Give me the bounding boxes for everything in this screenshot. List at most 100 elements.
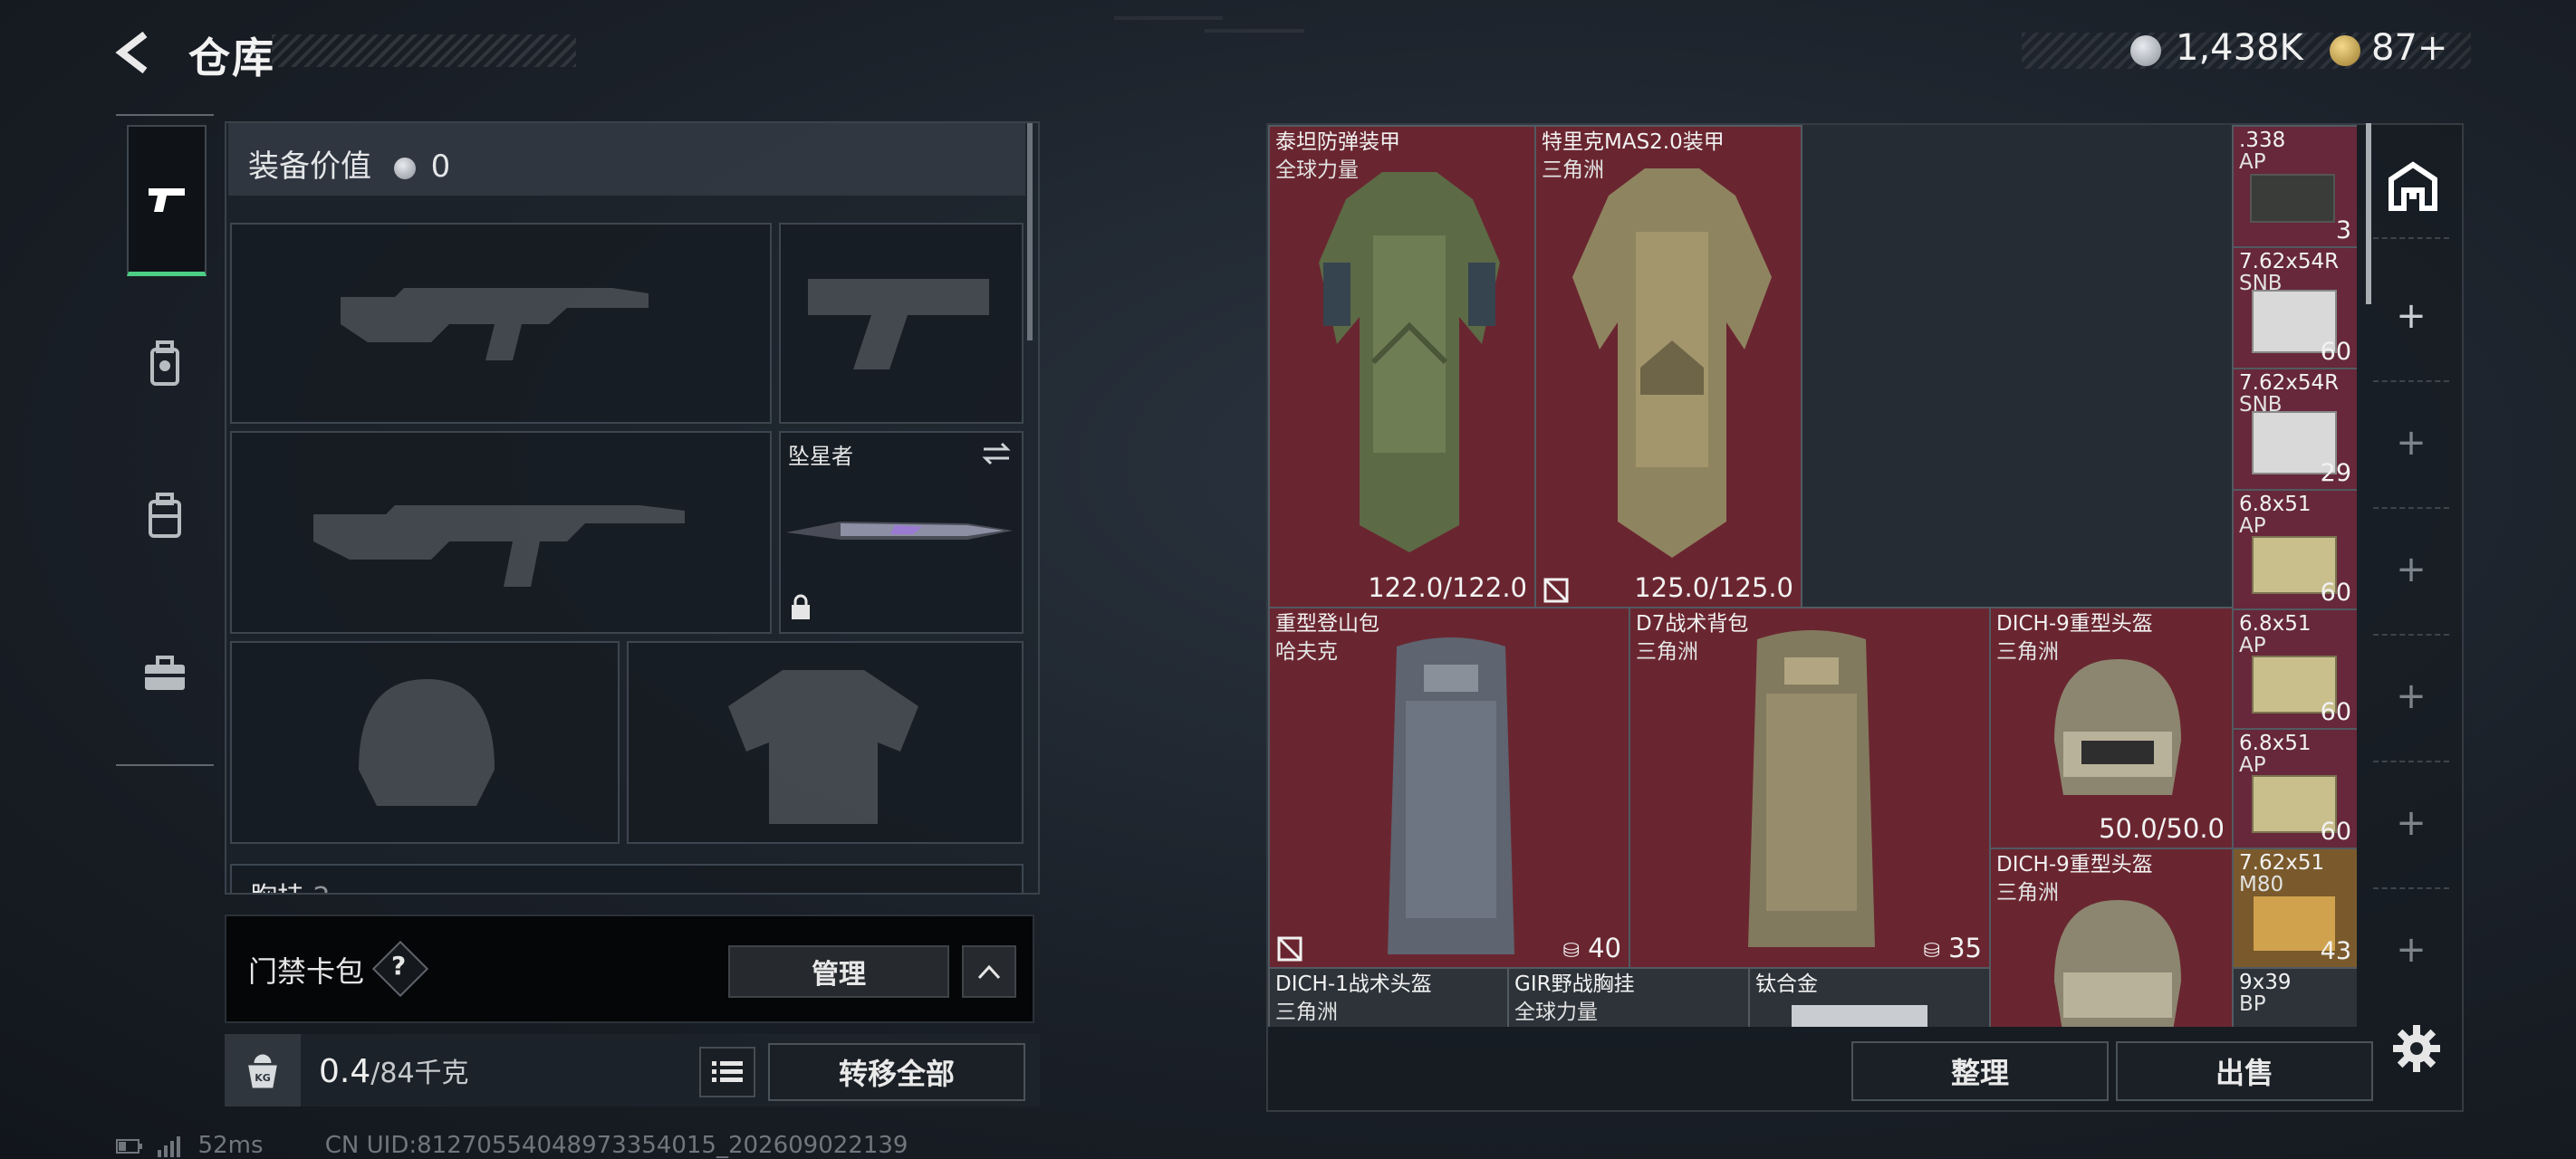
chevron-up-icon: [977, 964, 1001, 980]
pistol-icon: [149, 188, 185, 212]
collapse-button[interactable]: [962, 945, 1016, 998]
armor-image: [1319, 172, 1500, 552]
sort-button[interactable]: 整理: [1851, 1041, 2109, 1101]
helmet-image: [2054, 900, 2181, 1027]
backpack-icon: [149, 493, 181, 538]
stash-ammo-68x51[interactable]: 6.8x51 AP 60: [2232, 489, 2357, 610]
chest-rig-slot[interactable]: 胸挂 2: [230, 864, 1024, 893]
ammo-count: 29: [2320, 459, 2351, 487]
helmet-slot[interactable]: [230, 641, 620, 844]
stash-tab-add-1[interactable]: +: [2364, 295, 2458, 337]
ammo-caliber: 6.8x51: [2239, 732, 2312, 755]
stash-item-armor-mas[interactable]: 特里克MAS2.0装甲 三角洲 125.0/125.0: [1534, 125, 1802, 608]
item-name: DICH-9重型头盔: [1996, 612, 2153, 636]
tab-weapon[interactable]: [127, 125, 207, 276]
item-name: 钛合金: [1755, 972, 1818, 996]
loadout-panel: 装备价值 0 坠星者: [225, 121, 1040, 895]
settings-button[interactable]: [2391, 1023, 2442, 1074]
loadout-scrollbar[interactable]: [1027, 123, 1033, 340]
rifle-placeholder-icon: [341, 288, 649, 360]
stash-tab-add-2[interactable]: +: [2364, 422, 2458, 464]
sell-button[interactable]: 出售: [2116, 1041, 2373, 1101]
stash-item-helmet-dich1[interactable]: DICH-1战术头盔 三角洲: [1268, 967, 1509, 1027]
melee-weapon-image: [786, 522, 1013, 540]
silver-currency-amount: 1,438K: [2176, 27, 2303, 69]
stash-ammo-762x54r-2[interactable]: 7.62x54R SNB 29: [2232, 368, 2357, 491]
melee-slot[interactable]: 坠星者: [779, 431, 1024, 634]
stash-item-chest-rig-gir[interactable]: GIR野战胸挂 全球力量: [1507, 967, 1750, 1027]
manage-button[interactable]: 管理: [728, 945, 949, 998]
item-capacity: ⛁ 35: [1923, 933, 1982, 963]
tab-divider: [2373, 237, 2449, 239]
tab-toolbox[interactable]: [127, 598, 203, 750]
stash-item-helmet-dich9[interactable]: DICH-9重型头盔 三角洲 50.0/50.0: [1989, 607, 2234, 849]
equipment-value-amount: 0: [430, 148, 451, 185]
pistol-placeholder-icon: [808, 279, 989, 369]
stash-ammo-762x54r[interactable]: 7.62x54R SNB 60: [2232, 246, 2357, 369]
stash-tab-main[interactable]: [2386, 159, 2440, 214]
stash-tab-add-3[interactable]: +: [2364, 549, 2458, 590]
ammo-box-image: [2250, 174, 2335, 223]
stash-ammo-762x51[interactable]: 7.62x51 M80 43: [2232, 848, 2357, 969]
armor-slot[interactable]: [627, 641, 1024, 844]
equipment-value: 装备价值 0: [248, 141, 450, 186]
ammo-caliber: .338: [2239, 129, 2286, 152]
weight-max: /84千克: [370, 1058, 469, 1089]
loadout-value-header: 装备价值 0: [228, 123, 1025, 196]
item-capacity: ⛁ 40: [1562, 933, 1621, 963]
ammo-caliber: 7.62x51: [2239, 851, 2325, 875]
item-name: DICH-1战术头盔: [1275, 972, 1432, 996]
stash-tab-add-5[interactable]: +: [2364, 802, 2458, 844]
weight-readout: 0.4/84千克: [319, 1050, 469, 1090]
list-view-button[interactable]: [699, 1047, 755, 1097]
signal-icon: [158, 1135, 181, 1157]
rifle-placeholder-icon: [313, 505, 685, 587]
svg-text:KG: KG: [255, 1072, 271, 1084]
stash-tab-add-4[interactable]: +: [2364, 675, 2458, 717]
item-faction: 三角洲: [1275, 1001, 1338, 1024]
ammo-type: AP: [2239, 634, 2266, 657]
ammo-count: 60: [2320, 338, 2351, 366]
pistol-slot[interactable]: [779, 223, 1024, 424]
stash-item-helmet-dich9-2[interactable]: DICH-9重型头盔 三角洲: [1989, 848, 2234, 1027]
stash-ammo-68x51-3[interactable]: 6.8x51 AP 60: [2232, 728, 2357, 849]
tab-armor[interactable]: [127, 288, 203, 440]
stash-tab-add-6[interactable]: +: [2364, 929, 2458, 971]
stash-ammo-9x39[interactable]: 9x39 BP: [2232, 967, 2357, 1027]
gold-currency-amount[interactable]: 87+: [2371, 27, 2447, 69]
help-icon-glyph: ?: [391, 951, 407, 981]
tab-backpack[interactable]: [127, 440, 203, 592]
chest-rig-label-text: 胸挂: [250, 882, 304, 893]
stash-ammo-68x51-2[interactable]: 6.8x51 AP 60: [2232, 608, 2357, 730]
item-name: DICH-9重型头盔: [1996, 853, 2153, 876]
primary-weapon-slot-2[interactable]: [230, 431, 772, 634]
stash-item-armor-titan[interactable]: 泰坦防弹装甲 全球力量 122.0/122.0: [1268, 125, 1536, 608]
item-durability: 122.0/122.0: [1368, 572, 1527, 603]
swap-icon[interactable]: [980, 440, 1013, 467]
armor-placeholder-icon: [728, 670, 918, 824]
back-button[interactable]: [109, 25, 163, 80]
ammo-count: 60: [2320, 818, 2351, 846]
item-name: 重型登山包: [1275, 612, 1379, 636]
ammo-type: AP: [2239, 150, 2266, 174]
silver-coin-icon: [2130, 35, 2161, 66]
item-name: GIR野战胸挂: [1514, 972, 1635, 996]
lock-icon: [792, 594, 810, 619]
ammo-caliber: 7.62x54R: [2239, 371, 2340, 395]
tab-divider: [2373, 887, 2449, 889]
stash-item-backpack-heavy[interactable]: 重型登山包 哈夫克 ⛁ 40: [1268, 607, 1630, 969]
ping: 52ms: [197, 1132, 264, 1159]
no-trade-icon: [1543, 578, 1569, 603]
item-faction: 哈夫克: [1275, 640, 1338, 664]
stash-item-titanium[interactable]: 钛合金: [1748, 967, 1991, 1027]
primary-weapon-slot-1[interactable]: [230, 223, 772, 424]
transfer-all-button[interactable]: 转移全部: [768, 1043, 1025, 1101]
ammo-count: 60: [2320, 579, 2351, 607]
stash-ammo-338[interactable]: .338 AP 3: [2232, 125, 2357, 248]
ammo-caliber: 6.8x51: [2239, 493, 2312, 516]
stash-item-backpack-d7[interactable]: D7战术背包 三角洲 ⛁ 35: [1629, 607, 1991, 969]
item-name: 特里克MAS2.0装甲: [1542, 130, 1725, 154]
ammo-type: AP: [2239, 514, 2266, 538]
weight-kg-icon: KG: [225, 1034, 301, 1106]
stash-page-tabs: + + + + + +: [2364, 127, 2458, 996]
